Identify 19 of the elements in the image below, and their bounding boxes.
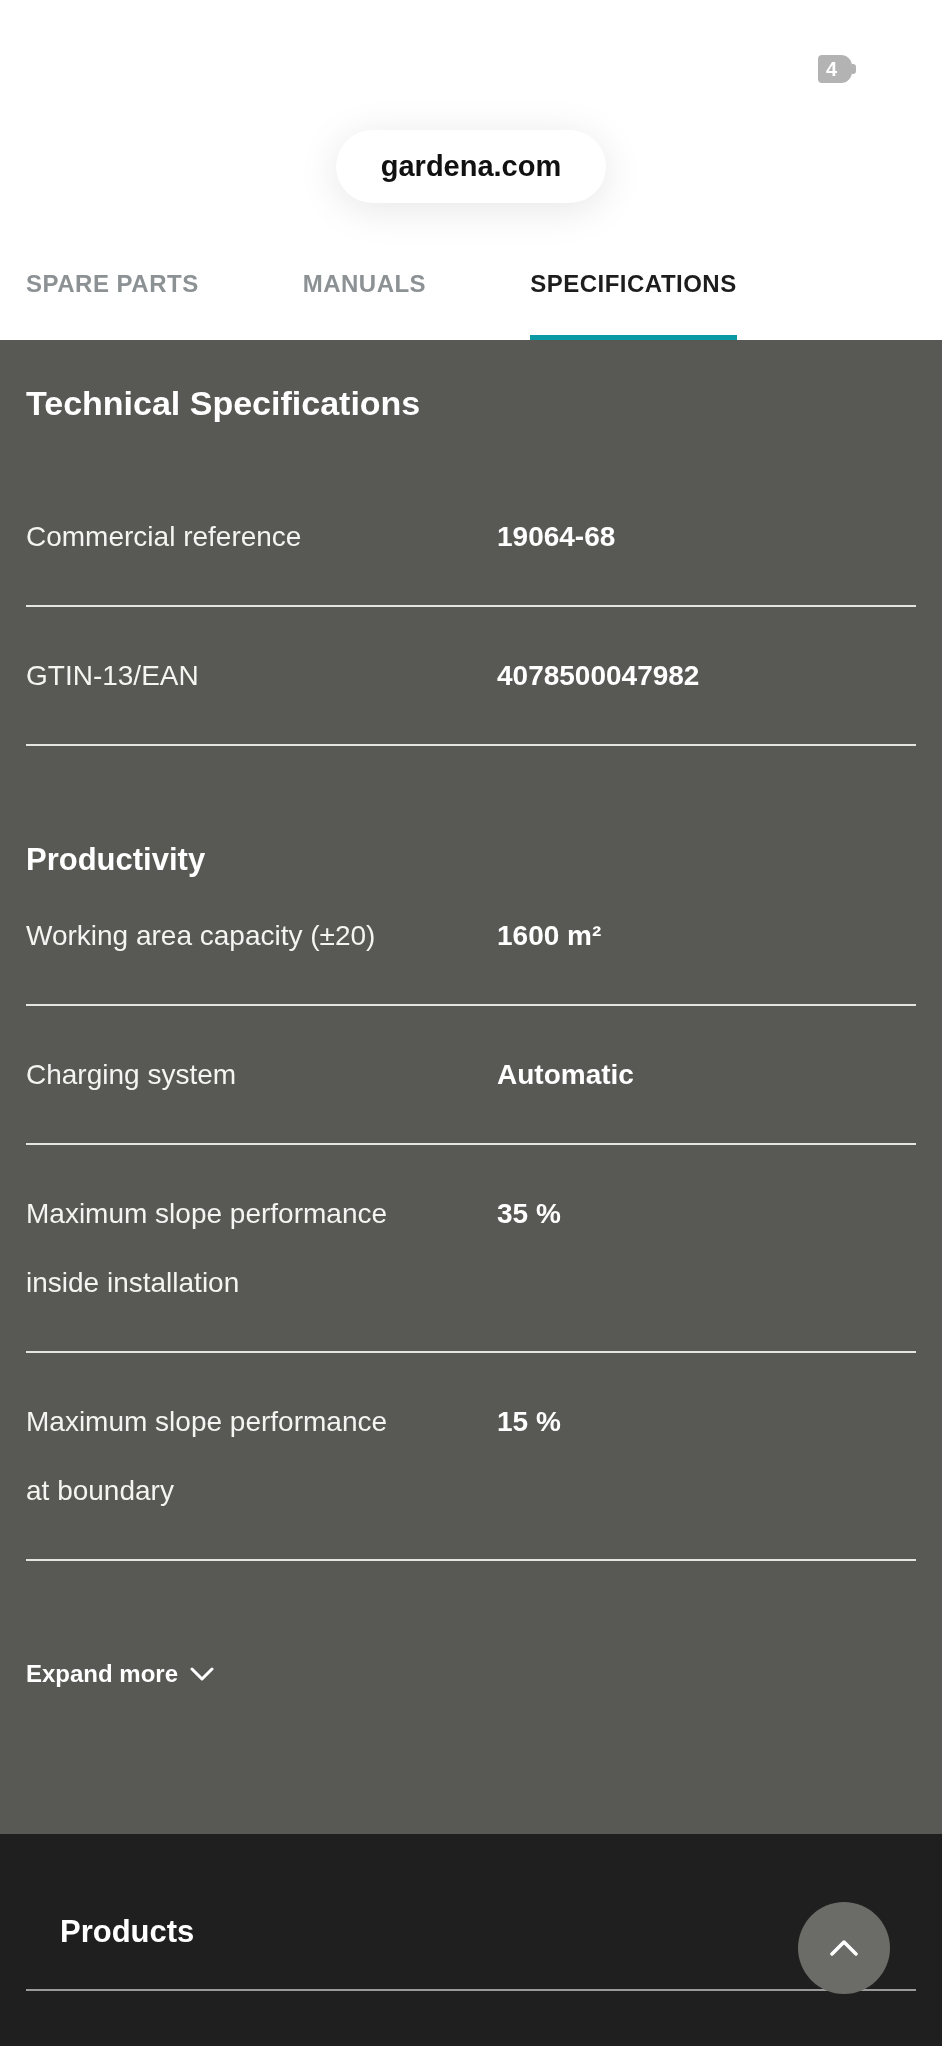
group-heading: Productivity xyxy=(26,841,207,879)
spec-value: 35 % xyxy=(497,1197,561,1231)
spec-label: Maximum slope performance inside installation xyxy=(26,1197,389,1300)
spec-label: Maximum slope performance at boundary xyxy=(26,1405,389,1508)
battery-indicator: 4 xyxy=(818,55,856,83)
spec-label: Commercial reference xyxy=(26,520,303,554)
spec-value: 1600 m² xyxy=(497,919,602,953)
section-title: Technical Specifications xyxy=(26,383,422,424)
spec-value: Automatic xyxy=(497,1058,634,1092)
spec-value: 19064-68 xyxy=(497,520,616,554)
expand-more-button[interactable]: Expand more xyxy=(26,1654,215,1694)
spec-value: 15 % xyxy=(497,1405,561,1439)
chevron-up-icon xyxy=(830,1940,858,1956)
spec-label: Charging system xyxy=(26,1058,238,1092)
address-bar[interactable]: gardena.com xyxy=(336,130,606,203)
chevron-down-icon xyxy=(190,1667,215,1681)
spec-value: 4078500047982 xyxy=(497,659,700,693)
spec-label: Working area capacity (±20) xyxy=(26,919,377,953)
spec-label: GTIN-13/EAN xyxy=(26,659,200,693)
